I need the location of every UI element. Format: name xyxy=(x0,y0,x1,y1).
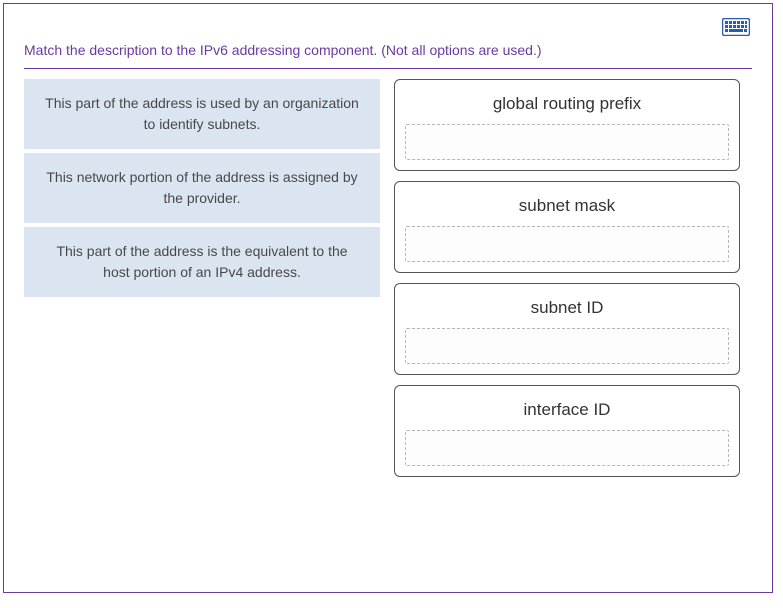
question-prompt: Match the description to the IPv6 addres… xyxy=(24,42,752,58)
targets-column: global routing prefix subnet mask subnet… xyxy=(394,79,740,477)
drop-target-subnet-id: subnet ID xyxy=(394,283,740,375)
drop-target-subnet-mask: subnet mask xyxy=(394,181,740,273)
drop-target-interface-id: interface ID xyxy=(394,385,740,477)
drop-zone[interactable] xyxy=(405,430,729,466)
drop-zone[interactable] xyxy=(405,226,729,262)
question-container: Match the description to the IPv6 addres… xyxy=(3,3,773,593)
description-item[interactable]: This part of the address is the equivale… xyxy=(24,227,380,297)
drop-zone[interactable] xyxy=(405,124,729,160)
descriptions-column: This part of the address is used by an o… xyxy=(24,79,380,477)
drop-zone[interactable] xyxy=(405,328,729,364)
drop-target-global-routing-prefix: global routing prefix xyxy=(394,79,740,171)
description-item[interactable]: This network portion of the address is a… xyxy=(24,153,380,223)
drop-target-label: subnet ID xyxy=(405,292,729,328)
drop-target-label: interface ID xyxy=(405,394,729,430)
matching-area: This part of the address is used by an o… xyxy=(24,79,752,477)
drop-target-label: global routing prefix xyxy=(405,88,729,124)
description-item[interactable]: This part of the address is used by an o… xyxy=(24,79,380,149)
keyboard-icon[interactable] xyxy=(722,18,750,36)
drop-target-label: subnet mask xyxy=(405,190,729,226)
divider xyxy=(24,68,752,69)
